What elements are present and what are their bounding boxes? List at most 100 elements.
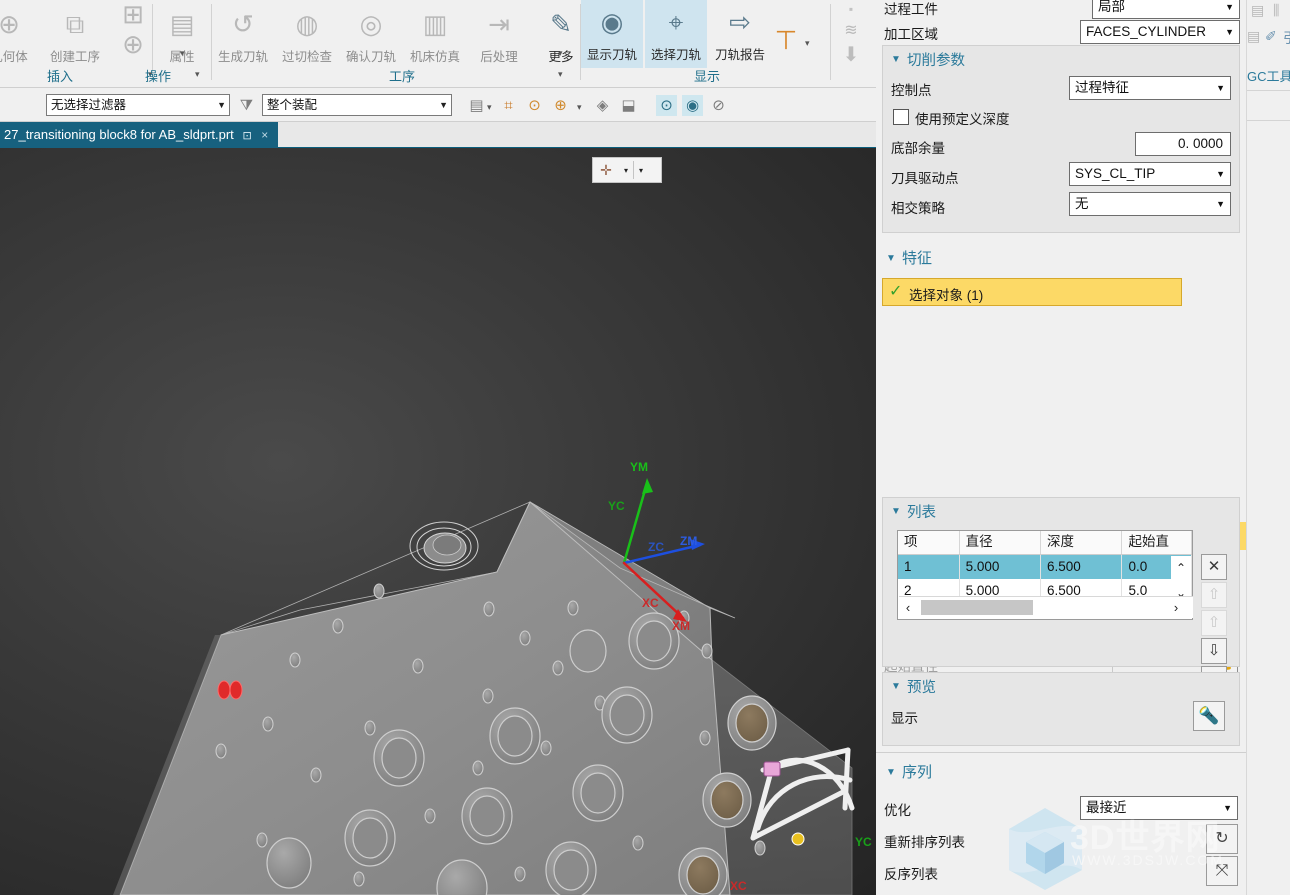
chevron-down-icon: ▼ <box>891 681 901 692</box>
triad-label-zc: ZC <box>648 540 664 554</box>
select-object-row[interactable]: ✓ 选择对象 (1) <box>882 278 1182 306</box>
ribbon-button-label: 机床仿真 <box>409 50 460 64</box>
ribbon-button-machine-simulation[interactable]: ▥ 机床仿真 <box>404 2 466 65</box>
move-up-button[interactable]: ⇧ <box>1201 610 1227 636</box>
post-process-icon: ⇥ <box>488 9 510 39</box>
ribbon-button-display-tool[interactable]: ⊤ <box>769 18 803 62</box>
move-top-button[interactable]: ⇧ <box>1201 582 1227 608</box>
scroll-left-icon[interactable]: ‹ <box>899 597 917 618</box>
scope-combo[interactable]: 整个装配 ▼ <box>262 94 452 116</box>
snap-quadrant-icon[interactable]: ⊕ <box>550 95 571 116</box>
move-down-button[interactable]: ⇩ <box>1201 638 1227 664</box>
row-optimize: 优化 最接近 ▼ <box>876 794 1246 824</box>
section-header-feature[interactable]: ▼ 特征 <box>876 244 1246 272</box>
table-horizontal-scrollbar[interactable]: ‹ › <box>899 596 1193 618</box>
filter-funnel-icon[interactable]: ⧩ <box>236 95 257 116</box>
overflow-square-icon[interactable]: ▪ <box>838 2 864 16</box>
machining-area-combo[interactable]: FACES_CYLINDER ▼ <box>1080 20 1240 44</box>
properties-dropdown-caret[interactable]: ▾ <box>180 48 185 59</box>
document-tab[interactable]: 27_transitioning block8 for AB_sldprt.pr… <box>0 122 279 148</box>
chevron-down-icon: ▼ <box>1216 169 1225 179</box>
down-arrow-icon[interactable]: ⬇ <box>838 42 864 67</box>
group-header-cutting-parameters[interactable]: ▼ 切削参数 <box>883 46 1239 72</box>
ribbon-button-gouge-check[interactable]: ◍ 过切检查 <box>276 2 338 65</box>
tool-drive-point-combo[interactable]: SYS_CL_TIP ▼ <box>1069 162 1231 186</box>
scroll-up-icon[interactable]: ⌃ <box>1171 556 1191 581</box>
tool-drive-point-label: 刀具驱动点 <box>891 171 959 186</box>
ribbon-group-label-operation: 操作 <box>145 69 172 84</box>
snap-more-caret[interactable]: ▾ <box>577 102 582 113</box>
triad-label-xc: XC <box>642 596 659 610</box>
flashlight-icon[interactable]: 🔦 <box>1193 701 1225 731</box>
chevron-down-icon: ▼ <box>1225 27 1234 37</box>
ribbon-group-display: ◉ 显示刀轨 ⌖ 选择刀轨 ⇨ 刀轨报告 ⊤ ▾ 显示 <box>581 0 831 87</box>
ribbon-button-label: 生成刀轨 <box>217 50 268 64</box>
section-sequence: ▼ 序列 优化 最接近 ▼ 重新排序列表 ↻ 反序列表 ⤧ <box>876 758 1246 886</box>
optimize-combo[interactable]: 最接近 ▼ <box>1080 796 1238 820</box>
chevron-down-icon: ▼ <box>1216 83 1225 93</box>
graphics-viewport[interactable]: ✛ ▾ ▾ YM YC ZC ZM XC XM XC YC <box>0 148 876 895</box>
display-tool-dropdown-caret[interactable]: ▾ <box>805 38 810 49</box>
ribbon-button-toolpath-report[interactable]: ⇨ 刀轨报告 <box>709 0 771 68</box>
panel-icon-2[interactable]: ⫼ <box>1273 2 1279 19</box>
body-icon[interactable]: ⬓ <box>618 95 639 116</box>
group-header-preview[interactable]: ▼ 预览 <box>883 673 1239 699</box>
refresh-icon[interactable]: ↻ <box>1206 824 1238 854</box>
scroll-right-icon[interactable]: › <box>1167 597 1185 618</box>
ribbon-button-geometry[interactable]: ⊕ 几何体 <box>0 2 40 65</box>
feature-list-table[interactable]: 项 直径 深度 起始直 1 5.000 6.500 0.0 2 5.000 6.… <box>897 530 1193 620</box>
ribbon-button-post-process[interactable]: ⇥ 后处理 <box>468 2 530 65</box>
control-point-combo[interactable]: 过程特征 ▼ <box>1069 76 1231 100</box>
row-tool-drive-point: 刀具驱动点 SYS_CL_TIP ▼ <box>883 162 1239 192</box>
panel-icon-1[interactable]: ▤ <box>1251 2 1264 19</box>
properties-icon: ▤ <box>169 9 195 39</box>
chevron-down-icon: ▼ <box>217 100 226 110</box>
close-icon[interactable]: × <box>261 128 268 142</box>
snap-arc-center-icon[interactable]: ⊙ <box>524 95 545 116</box>
process-workpiece-value: 局部 <box>1098 0 1125 14</box>
wcs-display-icon[interactable]: ◉ <box>682 95 703 116</box>
gc-tools-label[interactable]: GC工具 <box>1247 66 1290 85</box>
mcs-display-icon[interactable]: ⊙ <box>656 95 677 116</box>
snap-point-group-icon[interactable]: ▤ <box>466 95 487 116</box>
ribbon-button-create-operation[interactable]: ⧉ 创建工序 <box>44 2 106 65</box>
ribbon-button-generate-toolpath[interactable]: ↺ 生成刀轨 <box>212 2 274 65</box>
machining-area-label: 加工区域 <box>884 27 938 42</box>
generate-path-icon: ↺ <box>232 9 254 39</box>
section-header-sequence[interactable]: ▼ 序列 <box>876 758 1246 786</box>
intersect-strategy-value: 无 <box>1075 196 1089 211</box>
snap-endpoint-icon[interactable]: ⌗ <box>498 95 519 116</box>
tool-icon: ⊤ <box>774 25 798 55</box>
more-dropdown-caret[interactable]: ▾ <box>558 48 563 59</box>
bottom-stock-label: 底部余量 <box>891 141 945 156</box>
ribbon-button-confirm-toolpath[interactable]: ◎ 确认刀轨 <box>340 2 402 65</box>
group-header-list[interactable]: ▼ 列表 <box>883 498 1239 524</box>
no-display-icon[interactable]: ⊘ <box>708 95 729 116</box>
dialog-launcher-operation[interactable]: ▾ <box>195 69 200 80</box>
ribbon-group-process: ↺ 生成刀轨 ◍ 过切检查 ◎ 确认刀轨 ▥ 机床仿真 ⇥ 后处理 ✎ 更多 ▾… <box>212 0 582 87</box>
dialog-launcher-process[interactable]: ▾ <box>558 69 563 80</box>
ribbon-button-label: 刀轨报告 <box>714 48 765 62</box>
panel-icon-5[interactable]: 引 <box>1283 28 1290 48</box>
process-workpiece-combo[interactable]: 局部 ▼ <box>1092 0 1240 19</box>
display-path-icon: ◉ <box>600 7 624 37</box>
predefined-depth-checkbox[interactable] <box>893 109 909 125</box>
bottom-stock-field[interactable]: 0. 0000 <box>1135 132 1231 156</box>
delete-row-button[interactable]: ✕ <box>1201 554 1227 580</box>
panel-icon-4[interactable]: ✐ <box>1265 28 1277 45</box>
face-icon[interactable]: ◈ <box>592 95 613 116</box>
ribbon-button-select-toolpath[interactable]: ⌖ 选择刀轨 <box>645 0 707 68</box>
cross-arrows-icon[interactable]: ⤧ <box>1206 856 1238 886</box>
intersect-strategy-combo[interactable]: 无 ▼ <box>1069 192 1231 216</box>
scroll-thumb[interactable] <box>921 600 1033 615</box>
panel-icon-3[interactable]: ▤ <box>1247 28 1260 45</box>
layers-icon[interactable]: ≋ <box>838 20 864 40</box>
selection-filter-combo[interactable]: 无选择过滤器 ▼ <box>46 94 230 116</box>
chevron-down-icon: ▼ <box>1225 2 1234 12</box>
control-point-label: 控制点 <box>891 83 932 98</box>
cad-model-3d[interactable]: YM YC ZC ZM XC XM XC YC <box>0 148 876 895</box>
table-row[interactable]: 1 5.000 6.500 0.0 <box>898 555 1192 579</box>
snap-point-caret[interactable]: ▾ <box>487 102 492 113</box>
triad-label-yc: YC <box>608 499 625 513</box>
ribbon-button-display-toolpath[interactable]: ◉ 显示刀轨 <box>581 0 643 68</box>
